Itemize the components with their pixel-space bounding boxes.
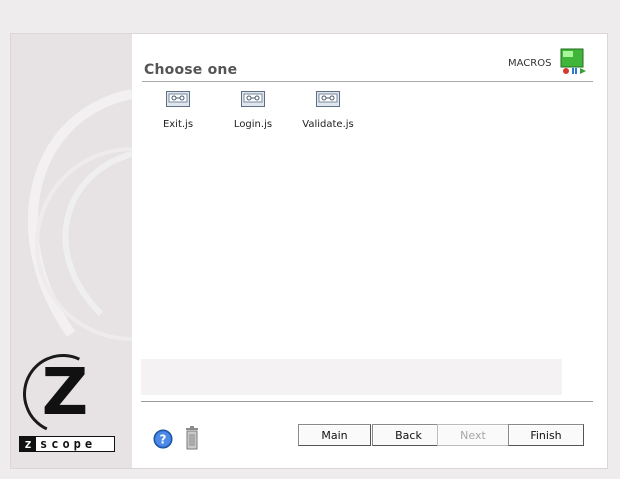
file-item[interactable]: Validate.js — [293, 91, 363, 130]
macros-label: MACROS — [508, 58, 552, 69]
main-button[interactable]: Main — [298, 424, 371, 446]
logo-wordmark-text: scope — [40, 437, 97, 451]
cassette-icon — [316, 91, 340, 107]
sidebar: Z z scope — [11, 34, 132, 468]
file-name: Exit.js — [162, 119, 194, 130]
file-item[interactable]: Login.js — [218, 91, 288, 130]
finish-button[interactable]: Finish — [508, 424, 584, 446]
help-icon[interactable]: ? — [153, 429, 173, 449]
trash-icon[interactable] — [184, 426, 200, 450]
footer-divider — [141, 401, 593, 402]
cassette-icon — [241, 91, 265, 107]
file-name: Login.js — [233, 119, 273, 130]
file-name: Validate.js — [302, 119, 354, 130]
status-area — [141, 359, 562, 395]
file-item[interactable]: Exit.js — [143, 91, 213, 130]
zscope-logo: Z z scope — [11, 342, 115, 458]
cassette-icon — [166, 91, 190, 107]
logo-wordmark: z scope — [19, 436, 115, 452]
macros-icon — [560, 48, 586, 74]
page-title: Choose one — [144, 62, 238, 78]
next-button[interactable]: Next — [437, 424, 509, 446]
wizard-window: Z z scope Choose one MACROS Exit.js Logi… — [10, 33, 608, 469]
title-divider — [142, 81, 593, 82]
logo-letter: Z — [41, 356, 89, 430]
back-button[interactable]: Back — [372, 424, 445, 446]
svg-text:?: ? — [160, 433, 167, 447]
logo-wordmark-block: z — [20, 437, 36, 451]
